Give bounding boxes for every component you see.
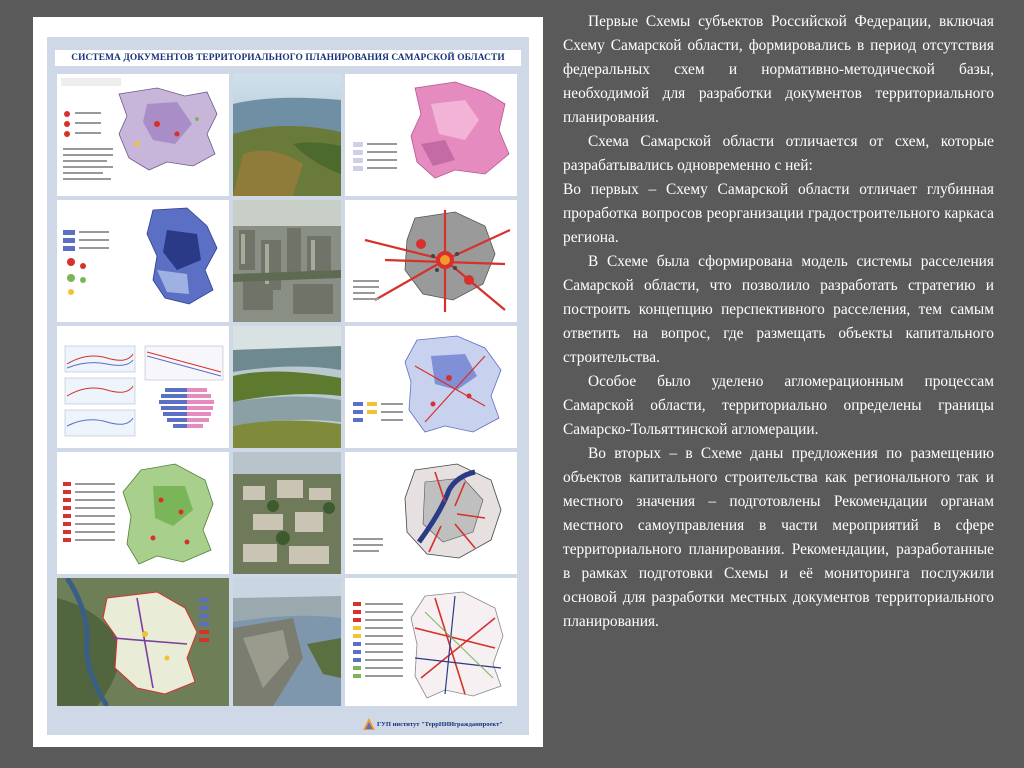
aerial-photo-city-river (233, 578, 341, 706)
map-panel-satellite-region (57, 578, 229, 706)
map-panel-infrastructure (345, 578, 517, 706)
paragraph-6: Во вторых – в Схеме даны предложения по … (563, 445, 994, 630)
paragraph-5: Особое было уделено агломерационным проц… (563, 373, 994, 438)
aerial-photo-volga (233, 74, 341, 196)
poster-title: СИСТЕМА ДОКУМЕНТОВ ТЕРРИТОРИАЛЬНОГО ПЛАН… (55, 50, 521, 66)
map-panel-regional-scheme (57, 74, 229, 196)
chart-panel-demography (57, 326, 229, 448)
map-panel-zoning (345, 74, 517, 196)
paragraph-3: Во первых – Схему Самарской области отли… (563, 181, 994, 246)
poster-footer: ГУП институт "ТеррНИИгражданпроект" (377, 721, 503, 728)
map-panel-urban-frame (345, 200, 517, 322)
institute-logo (363, 718, 375, 730)
map-panel-settlement (57, 200, 229, 322)
river-photo-island (233, 326, 341, 448)
map-panel-agglomeration (345, 452, 517, 574)
city-photo-tolyatti (233, 452, 341, 574)
description-text: Первые Схемы субъектов Российской Федера… (563, 10, 994, 634)
poster-board: СИСТЕМА ДОКУМЕНТОВ ТЕРРИТОРИАЛЬНОГО ПЛАН… (47, 37, 529, 735)
map-panel-district-proposals (57, 452, 229, 574)
city-photo-samara (233, 200, 341, 322)
paragraph-2: Схема Самарской области отличается от сх… (563, 133, 994, 174)
map-panel-perspective-settlement (345, 326, 517, 448)
poster-image: СИСТЕМА ДОКУМЕНТОВ ТЕРРИТОРИАЛЬНОГО ПЛАН… (33, 17, 543, 747)
paragraph-4: В Схеме была сформирована модель системы… (563, 253, 994, 366)
paragraph-1: Первые Схемы субъектов Российской Федера… (563, 13, 994, 126)
